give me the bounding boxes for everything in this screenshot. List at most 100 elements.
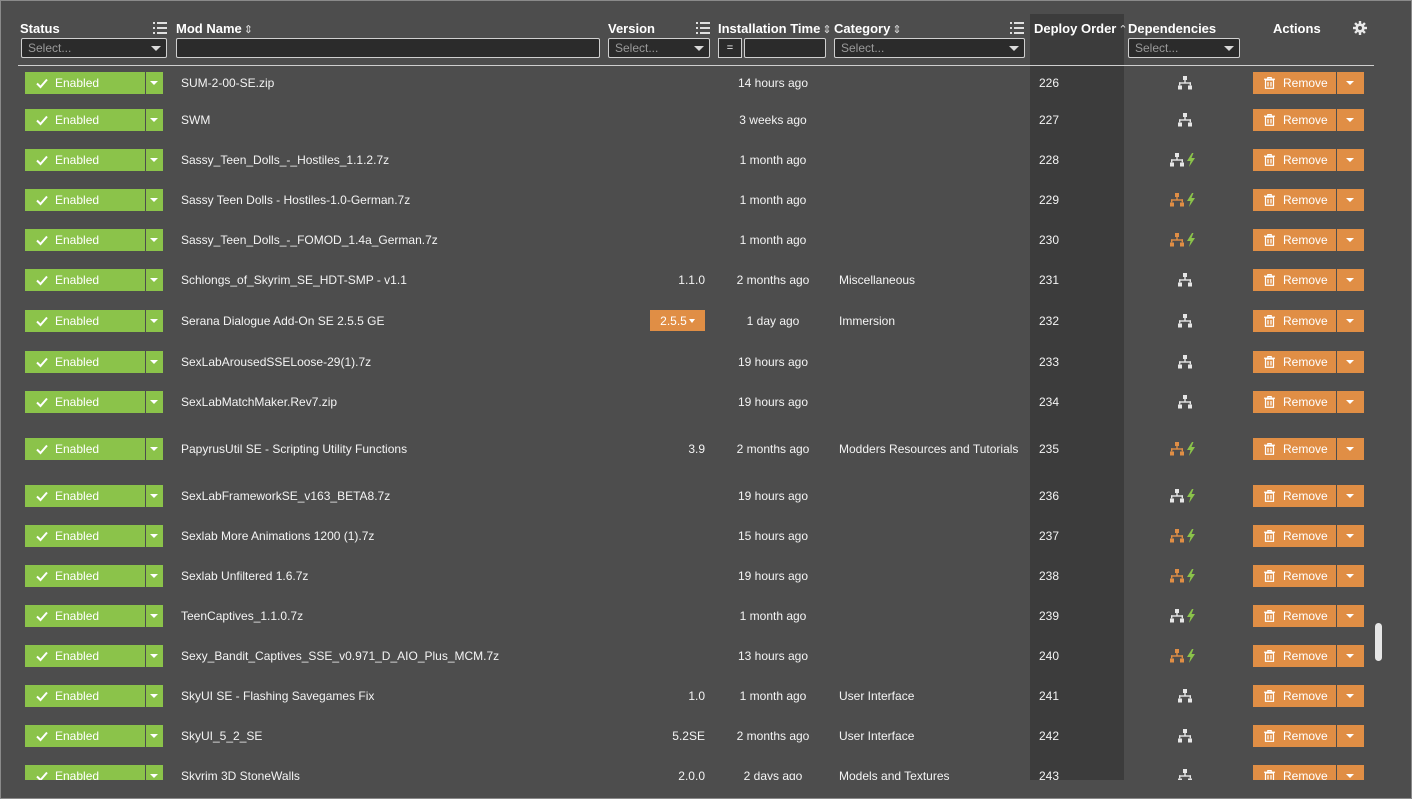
status-dropdown-button[interactable] (146, 685, 163, 707)
remove-button[interactable]: Remove (1253, 525, 1336, 547)
dependency-tree-icon[interactable] (1160, 556, 1210, 596)
status-toggle-button[interactable]: Enabled (25, 109, 145, 131)
remove-dropdown-button[interactable] (1337, 605, 1364, 627)
dependency-tree-icon[interactable] (1160, 180, 1210, 220)
remove-dropdown-button[interactable] (1337, 149, 1364, 171)
remove-dropdown-button[interactable] (1337, 645, 1364, 667)
status-dropdown-button[interactable] (146, 725, 163, 747)
status-dropdown-button[interactable] (146, 72, 163, 94)
remove-button[interactable]: Remove (1253, 605, 1336, 627)
header-status[interactable]: Status (20, 21, 60, 36)
remove-dropdown-button[interactable] (1337, 229, 1364, 251)
status-dropdown-button[interactable] (146, 149, 163, 171)
header-category[interactable]: Category ⇕ (834, 21, 902, 36)
status-toggle-button[interactable]: Enabled (25, 269, 145, 291)
remove-dropdown-button[interactable] (1337, 685, 1364, 707)
status-dropdown-button[interactable] (146, 765, 163, 780)
status-dropdown-button[interactable] (146, 391, 163, 413)
dependency-tree-icon[interactable] (1160, 422, 1210, 476)
table-row[interactable]: Enabled Sexlab Unfiltered 1.6.7z 19 hours … (0, 556, 1380, 596)
table-row[interactable]: Enabled SexLabMatchMaker.Rev7.zip 19 hours… (0, 382, 1380, 422)
status-toggle-button[interactable]: Enabled (25, 189, 145, 211)
header-version[interactable]: Version (608, 21, 655, 36)
remove-dropdown-button[interactable] (1337, 765, 1364, 780)
category-filter-select[interactable]: Select... (834, 38, 1025, 58)
header-installation-time[interactable]: Installation Time ⇕ (718, 21, 832, 36)
status-dropdown-button[interactable] (146, 229, 163, 251)
status-toggle-button[interactable]: Enabled (25, 605, 145, 627)
remove-dropdown-button[interactable] (1337, 725, 1364, 747)
remove-dropdown-button[interactable] (1337, 525, 1364, 547)
remove-button[interactable]: Remove (1253, 765, 1336, 780)
remove-button[interactable]: Remove (1253, 485, 1336, 507)
status-filter-select[interactable]: Select... (21, 38, 167, 58)
dependencies-filter-select[interactable]: Select... (1128, 38, 1240, 58)
status-toggle-button[interactable]: Enabled (25, 351, 145, 373)
table-row[interactable]: Enabled Sassy_Teen_Dolls_-_Hostiles_1.1.2… (0, 140, 1380, 180)
dependency-tree-icon[interactable] (1160, 341, 1210, 382)
dependency-tree-icon[interactable] (1160, 220, 1210, 260)
status-toggle-button[interactable]: Enabled (25, 525, 145, 547)
dependency-tree-icon[interactable] (1160, 260, 1210, 300)
version-filter-select[interactable]: Select... (608, 38, 710, 58)
remove-button[interactable]: Remove (1253, 149, 1336, 171)
dependency-tree-icon[interactable] (1160, 382, 1210, 422)
header-mod-name[interactable]: Mod Name ⇕ (176, 21, 253, 36)
remove-button[interactable]: Remove (1253, 269, 1336, 291)
dependency-tree-icon[interactable] (1160, 516, 1210, 556)
remove-button[interactable]: Remove (1253, 310, 1336, 332)
remove-dropdown-button[interactable] (1337, 438, 1364, 460)
status-toggle-button[interactable]: Enabled (25, 149, 145, 171)
remove-dropdown-button[interactable] (1337, 189, 1364, 211)
status-dropdown-button[interactable] (146, 310, 163, 332)
status-dropdown-button[interactable] (146, 351, 163, 373)
remove-button[interactable]: Remove (1253, 109, 1336, 131)
time-operator-select[interactable]: = (718, 38, 742, 58)
remove-dropdown-button[interactable] (1337, 310, 1364, 332)
table-row[interactable]: Enabled Sexlab More Animations 1200 (1).7… (0, 516, 1380, 556)
mod-name-filter-input[interactable] (176, 38, 600, 58)
table-row[interactable]: Enabled SexLabFrameworkSE_v163_BETA8.7z 19… (0, 476, 1380, 516)
remove-button[interactable]: Remove (1253, 189, 1336, 211)
header-dependencies[interactable]: Dependencies (1128, 21, 1216, 36)
remove-dropdown-button[interactable] (1337, 391, 1364, 413)
dependency-tree-icon[interactable] (1160, 636, 1210, 676)
dependency-tree-icon[interactable] (1160, 100, 1210, 140)
remove-dropdown-button[interactable] (1337, 269, 1364, 291)
dependency-tree-icon[interactable] (1160, 716, 1210, 756)
table-row[interactable]: Enabled Schlongs_of_Skyrim_SE_HDT-SMP - v… (0, 260, 1380, 300)
remove-button[interactable]: Remove (1253, 725, 1336, 747)
remove-dropdown-button[interactable] (1337, 485, 1364, 507)
status-toggle-button[interactable]: Enabled (25, 485, 145, 507)
status-toggle-button[interactable]: Enabled (25, 765, 145, 780)
header-deploy-order[interactable]: Deploy Order ⌃ (1034, 21, 1128, 36)
dependency-tree-icon[interactable] (1160, 66, 1210, 100)
status-dropdown-button[interactable] (146, 189, 163, 211)
remove-dropdown-button[interactable] (1337, 109, 1364, 131)
column-list-icon[interactable] (696, 21, 710, 35)
status-toggle-button[interactable]: Enabled (25, 72, 145, 94)
status-toggle-button[interactable]: Enabled (25, 391, 145, 413)
status-toggle-button[interactable]: Enabled (25, 645, 145, 667)
remove-dropdown-button[interactable] (1337, 565, 1364, 587)
dependency-tree-icon[interactable] (1160, 140, 1210, 180)
table-row[interactable]: Enabled Serana Dialogue Add-On SE 2.5.5 G… (0, 300, 1380, 341)
table-row[interactable]: Enabled Sassy Teen Dolls - Hostiles-1.0-G… (0, 180, 1380, 220)
status-dropdown-button[interactable] (146, 525, 163, 547)
remove-button[interactable]: Remove (1253, 645, 1336, 667)
table-row[interactable]: Enabled SexLabArousedSSELoose-29(1).7z 19 … (0, 341, 1380, 382)
table-row[interactable]: Enabled SWM 3 weeks ago 227 Remove (0, 100, 1380, 140)
column-list-icon[interactable] (153, 21, 167, 35)
dependency-tree-icon[interactable] (1160, 756, 1210, 780)
time-filter-input[interactable] (744, 38, 826, 58)
status-dropdown-button[interactable] (146, 109, 163, 131)
status-dropdown-button[interactable] (146, 645, 163, 667)
status-toggle-button[interactable]: Enabled (25, 725, 145, 747)
status-dropdown-button[interactable] (146, 438, 163, 460)
remove-button[interactable]: Remove (1253, 72, 1336, 94)
scrollbar-thumb[interactable] (1375, 623, 1382, 661)
table-row[interactable]: Enabled SUM-2-00-SE.zip 14 hours ago 226 Rem… (0, 66, 1380, 100)
version-select-button[interactable]: 2.5.5 (650, 310, 705, 331)
remove-dropdown-button[interactable] (1337, 351, 1364, 373)
table-row[interactable]: Enabled PapyrusUtil SE - Scripting Utilit… (0, 422, 1380, 476)
